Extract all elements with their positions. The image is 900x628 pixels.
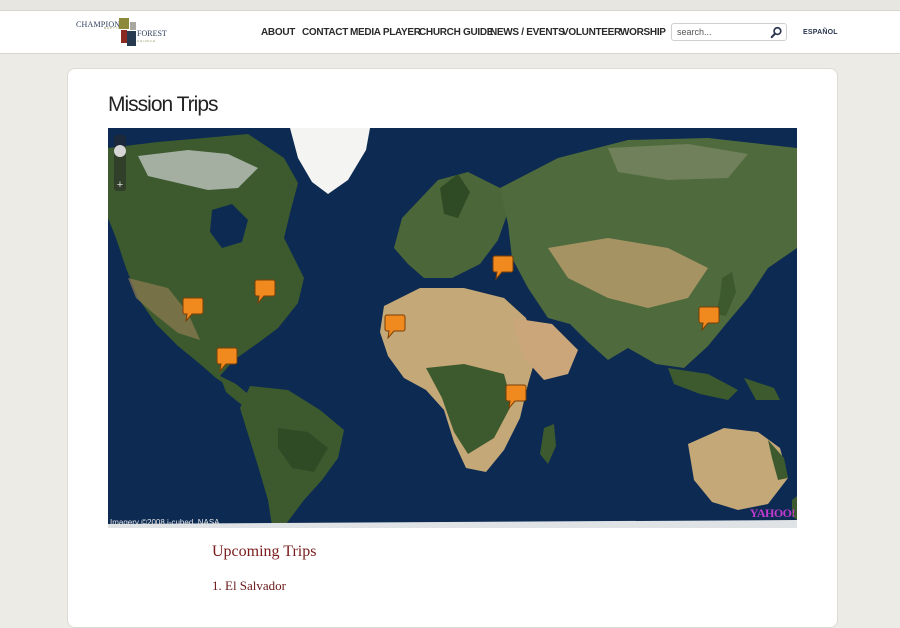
trip-list-item[interactable]: 1. El Salvador xyxy=(212,578,286,594)
top-strip xyxy=(0,0,900,10)
search-box xyxy=(671,23,787,41)
zoom-slider[interactable]: + xyxy=(114,135,126,191)
logo-square-navy xyxy=(127,31,136,46)
nav-church-guide[interactable]: CHURCH GUIDE xyxy=(419,27,493,38)
page-title: Mission Trips xyxy=(108,93,219,116)
nav-news-events[interactable]: NEWS / EVENTS xyxy=(490,27,565,38)
language-link-espanol[interactable]: ESPAÑOL xyxy=(803,29,838,36)
search-input[interactable] xyxy=(677,26,765,38)
site-header: CHAMPION BAPTIST FOREST CHURCH ABOUT CON… xyxy=(0,10,900,54)
nav-media-player[interactable]: MEDIA PLAYER xyxy=(350,27,421,38)
nav-volunteer[interactable]: VOLUNTEER xyxy=(562,27,621,38)
map-marker-north-africa[interactable] xyxy=(384,313,406,339)
map-marker-east-asia[interactable] xyxy=(698,305,720,331)
nav-worship[interactable]: WORSHIP xyxy=(620,27,666,38)
world-map[interactable]: + Imagery ©2008 i-cubed, NASA YAHOO! xyxy=(108,128,797,528)
nav-contact[interactable]: CONTACT xyxy=(302,27,348,38)
map-marker-east-africa[interactable] xyxy=(505,383,527,409)
nav-about[interactable]: ABOUT xyxy=(261,27,295,38)
zoom-slider-knob[interactable] xyxy=(114,145,126,157)
map-marker-russia[interactable] xyxy=(492,254,514,280)
logo-word-forest: FOREST xyxy=(137,29,167,38)
map-marker-west-usa[interactable] xyxy=(182,296,204,322)
logo-square-gray xyxy=(130,22,136,30)
logo-square-olive xyxy=(119,18,129,29)
zoom-in-button[interactable]: + xyxy=(114,179,126,191)
church-logo[interactable]: CHAMPION BAPTIST FOREST CHURCH xyxy=(76,17,168,49)
map-marker-east-usa[interactable] xyxy=(254,278,276,304)
map-attribution: Imagery ©2008 i-cubed, NASA xyxy=(110,518,220,527)
world-map-imagery xyxy=(108,128,797,528)
upcoming-trips-heading: Upcoming Trips xyxy=(212,543,317,560)
map-marker-central-america[interactable] xyxy=(216,346,238,372)
map-provider-logo[interactable]: YAHOO! xyxy=(750,506,796,521)
logo-word-church: CHURCH xyxy=(137,39,156,43)
search-icon[interactable] xyxy=(770,26,783,39)
